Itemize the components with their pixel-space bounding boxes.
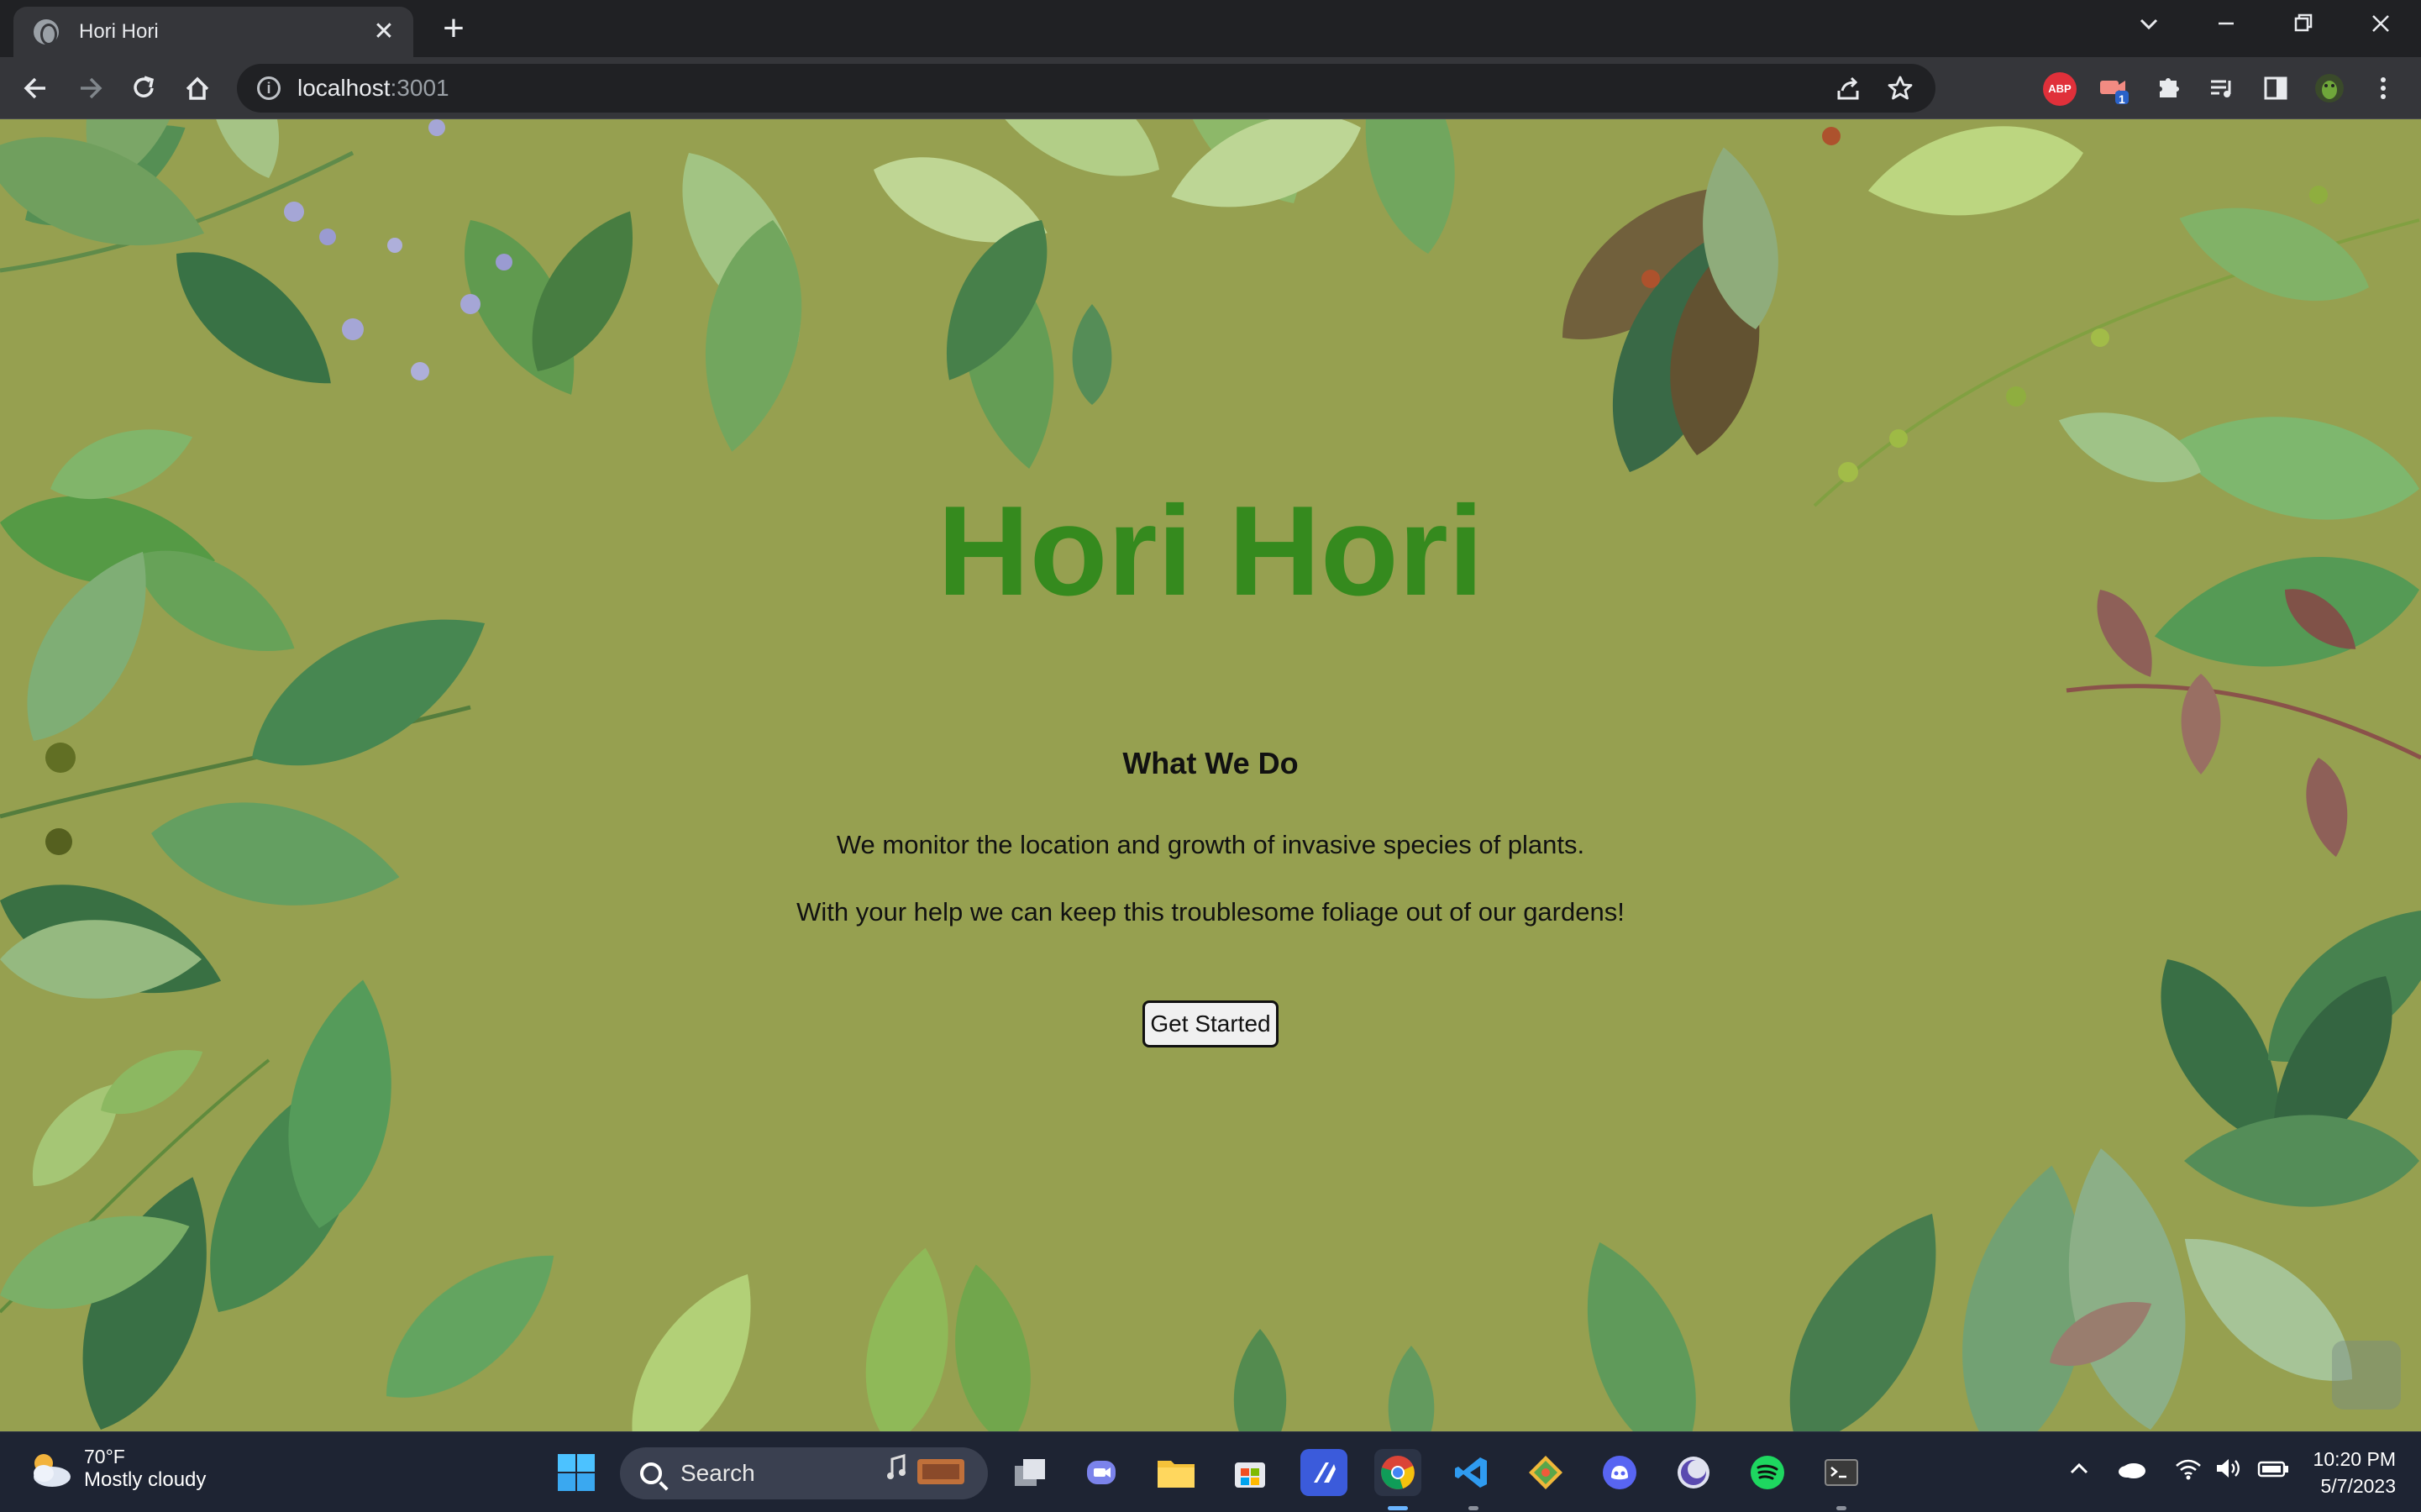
file-explorer-icon[interactable]	[1153, 1449, 1200, 1496]
bookmark-star-icon[interactable]	[1885, 74, 1915, 109]
clock-time: 10:20 PM	[2313, 1448, 2396, 1470]
share-icon[interactable]	[1833, 74, 1863, 109]
get-started-button[interactable]: Get Started	[1142, 1000, 1279, 1047]
close-window-icon[interactable]	[2355, 8, 2406, 49]
what-we-do-heading: What We Do	[1122, 746, 1299, 780]
git-kraken-icon[interactable]	[1522, 1449, 1569, 1496]
minimize-icon[interactable]	[2201, 8, 2251, 49]
spotify-icon[interactable]	[1744, 1449, 1791, 1496]
extensions-puzzle-icon[interactable]	[2149, 69, 2187, 108]
terminal-icon[interactable]	[1818, 1449, 1865, 1496]
page-viewport: Hori Hori What We Do We monitor the loca…	[0, 119, 2421, 1431]
system-clock[interactable]: 10:20 PM 5/7/2023	[2313, 1446, 2396, 1499]
weather-widget[interactable]: 70°F Mostly cloudy	[25, 1446, 206, 1492]
profile-avatar[interactable]	[2310, 69, 2349, 108]
new-tab-button[interactable]: +	[435, 10, 472, 49]
restore-icon[interactable]	[2278, 8, 2329, 49]
show-hidden-icons-chevron-icon[interactable]	[2068, 1456, 2090, 1487]
camera-extension-badge: 1	[2119, 92, 2125, 106]
site-info-icon[interactable]: i	[257, 76, 281, 100]
url-port: :3001	[390, 75, 449, 101]
tab-close-icon[interactable]: ✕	[371, 19, 396, 45]
chrome-active-indicator	[1388, 1506, 1408, 1510]
search-highlight-icon	[884, 1451, 968, 1497]
taskbar-search[interactable]: Search	[620, 1447, 988, 1499]
globe-icon	[34, 19, 59, 45]
tab-title: Hori Hori	[79, 20, 159, 43]
tab-search-chevron-icon[interactable]	[2124, 8, 2174, 49]
camera-extension-icon[interactable]: 1	[2097, 72, 2130, 106]
onedrive-cloud-icon[interactable]	[2117, 1456, 2147, 1487]
weather-temp: 70°F	[84, 1446, 125, 1467]
microsoft-store-icon[interactable]	[1226, 1449, 1274, 1496]
clock-date: 5/7/2023	[2320, 1475, 2396, 1497]
side-panel-icon[interactable]	[2256, 69, 2295, 108]
media-controls-icon[interactable]	[2203, 69, 2241, 108]
url-host: localhost	[297, 75, 391, 101]
discord-icon[interactable]	[1596, 1449, 1643, 1496]
vscode-running-indicator	[1468, 1506, 1478, 1510]
address-bar[interactable]: i localhost:3001	[237, 64, 1935, 113]
visual-studio-app-icon[interactable]	[1300, 1449, 1347, 1496]
browser-menu-icon[interactable]	[2364, 69, 2403, 108]
partly-cloudy-icon	[25, 1448, 74, 1490]
taskbar-search-label: Search	[680, 1460, 755, 1486]
search-icon	[640, 1462, 662, 1484]
reload-icon[interactable]	[124, 69, 163, 108]
forward-arrow-icon[interactable]	[71, 69, 109, 108]
battery-icon[interactable]	[2256, 1456, 2290, 1487]
mission-paragraph-1: We monitor the location and growth of in…	[836, 830, 1585, 859]
back-arrow-icon[interactable]	[17, 69, 55, 108]
teams-chat-icon[interactable]	[1079, 1449, 1126, 1496]
browser-titlebar: Hori Hori ✕ +	[0, 0, 2421, 57]
windows-start-icon[interactable]	[553, 1449, 600, 1496]
vscode-icon[interactable]	[1448, 1449, 1495, 1496]
adblock-extension-icon[interactable]: ABP	[2043, 72, 2077, 106]
browser-tab[interactable]: Hori Hori ✕	[13, 7, 413, 57]
eclipse-app-icon[interactable]	[1670, 1449, 1717, 1496]
browser-toolbar: i localhost:3001 ABP 1	[0, 57, 2421, 119]
wifi-icon[interactable]	[2174, 1456, 2203, 1487]
windows-taskbar: 70°F Mostly cloudy Search 10:20 PM 5/7/2…	[0, 1431, 2421, 1512]
chrome-icon[interactable]	[1374, 1449, 1421, 1496]
hero-section: Hori Hori What We Do We monitor the loca…	[0, 119, 2421, 1431]
task-view-icon[interactable]	[1006, 1449, 1053, 1496]
home-icon[interactable]	[178, 69, 217, 108]
terminal-running-indicator	[1836, 1506, 1846, 1510]
brand-title: Hori Hori	[937, 480, 1484, 622]
floating-action-icon[interactable]	[2332, 1341, 2401, 1410]
weather-condition: Mostly cloudy	[84, 1468, 207, 1491]
mission-paragraph-2: With your help we can keep this troubles…	[796, 897, 1625, 927]
volume-icon[interactable]	[2214, 1456, 2243, 1487]
